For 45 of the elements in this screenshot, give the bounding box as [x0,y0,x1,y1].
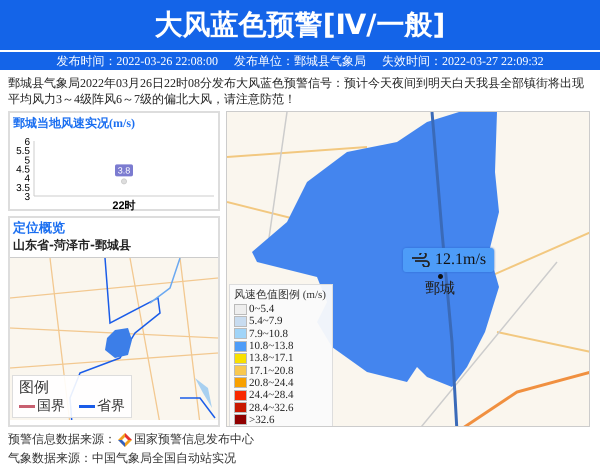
county-region [105,328,132,358]
wind-icon [411,253,431,267]
x-axis-label: 22时 [112,200,136,212]
legend-label: 10.8~13.8 [249,340,294,352]
source-text: 气象数据来源：中国气象局全国自动站实况 [8,450,236,467]
lake-shape [195,378,212,408]
y-tick-label: 6 [24,137,30,148]
meta-text: 失效时间：2022-03-27 22:09:32 [382,53,544,70]
river-line [150,258,181,304]
y-tick-label: 3 [24,192,30,203]
legend-label: >32.6 [249,414,274,426]
legend-label: 20.8~24.4 [249,376,294,389]
legend-label: 5.4~7.9 [249,315,282,328]
legend-label: 24.4~28.4 [249,389,294,402]
data-point [121,178,127,184]
legend-label: 省界 [97,397,125,415]
legend-title: 风速色值图例 (m/s) [234,288,327,302]
value-label: 3.8 [115,164,133,176]
legend-label: 7.9~10.8 [249,328,288,340]
legend-label: 28.4~32.6 [249,402,294,414]
y-tick-label: 5.5 [16,146,30,158]
wind-speed-value: 12.1m/s [435,251,486,269]
y-tick-label: 4.5 [16,164,30,176]
legend-label: 0~5.4 [249,303,274,316]
y-tick-label: 5 [24,155,30,166]
alert-title: 大风蓝色预警[Ⅳ/一般] [0,0,600,52]
diamond-logo-icon [118,432,132,446]
meta-text: 发布单位：鄄城县气象局 [234,53,366,70]
y-axis: 3 3.5 4 4.5 5 5.5 6 [16,137,34,203]
source-name: 国家预警信息发布中心 [134,431,254,448]
place-name: 鄄城 [425,279,455,297]
legend-label: 13.8~17.1 [249,352,294,364]
panel-title: 定位概览 [12,220,66,237]
region-path: 山东省-菏泽市-鄄城县 [12,237,132,254]
source-label: 预警信息数据来源： [8,431,116,448]
y-tick-label: 4 [24,174,30,185]
meta-text: 发布时间：2022-03-26 22:08:00 [56,53,218,70]
panel-title: 鄄城当地风速实况(m/s) [12,115,136,132]
y-tick-label: 3.5 [16,182,30,194]
legend-label: 国界 [37,397,65,415]
legend-title: 图例 [19,378,50,397]
alert-description: 鄄城县气象局2022年03月26日22时08分发布大风蓝色预警信号：预计今天夜间到明天白天我县全部镇街将出现平均风力3～4级阵风6～7级的偏北大风，请注意防范！ [8,75,585,107]
location-marker [438,274,442,279]
data-label: 3.8 [118,165,130,176]
legend-label: 17.1~20.8 [249,364,294,377]
